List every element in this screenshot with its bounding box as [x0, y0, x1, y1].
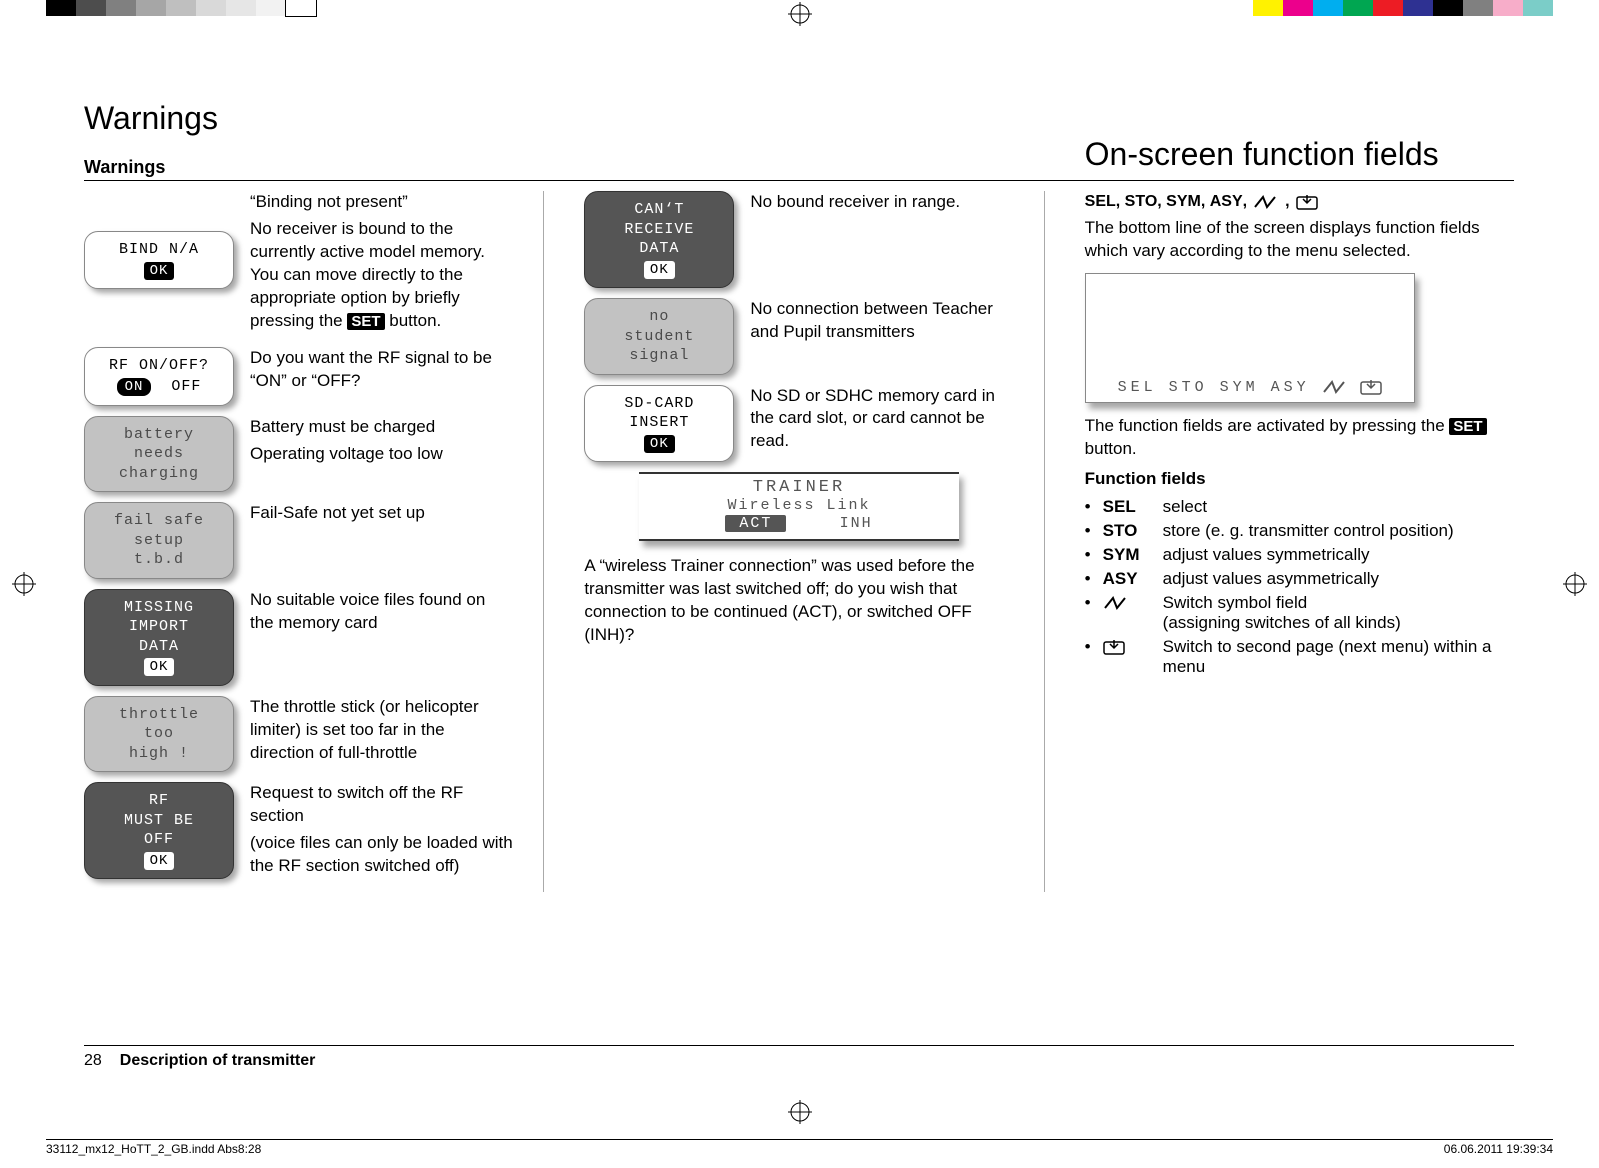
function-item: • SYM adjust values symmetrically [1085, 545, 1514, 565]
warning-row: no student signal No connection between … [584, 298, 1013, 375]
registration-mark-icon [788, 1100, 812, 1124]
screen-label: STO [1169, 379, 1208, 396]
warning-row: MISSINGIMPORTDATAOK No suitable voice fi… [84, 589, 513, 686]
switch-symbol-icon [1253, 193, 1279, 211]
column-1: BIND N/AOK “Binding not present”No recei… [84, 191, 544, 892]
page-footer: 28 Description of transmitter [84, 1045, 1514, 1070]
trainer-line2: Wireless Link [639, 497, 959, 514]
screen-label: SEL [1118, 379, 1157, 396]
onscreen-subkeys: SEL, STO, SYM, ASY, [1085, 193, 1247, 211]
onscreen-after: The function fields are activated by pre… [1085, 415, 1514, 461]
print-color-bar-left [46, 0, 316, 16]
column-3: On-screen function fields SEL, STO, SYM,… [1085, 191, 1514, 892]
warning-lcd: SD-CARDINSERTOK [584, 385, 734, 463]
warning-description: No bound receiver in range. [750, 191, 1013, 218]
warning-description: No connection between Teacher and Pupil … [750, 298, 1013, 348]
page-heading: Warnings [84, 100, 1514, 137]
warning-lcd: MISSINGIMPORTDATAOK [84, 589, 234, 686]
function-item: • STO store (e. g. transmitter control p… [1085, 521, 1514, 541]
indd-right: 06.06.2011 19:39:34 [1444, 1142, 1553, 1156]
warning-description: No SD or SDHC memory card in the card sl… [750, 385, 1013, 458]
page-number: 28 [84, 1052, 102, 1070]
func-heading: Function fields [1085, 469, 1514, 489]
warning-row: RF ON/OFF?ON OFF Do you want the RF sign… [84, 347, 513, 406]
footer-title: Description of transmitter [120, 1052, 316, 1070]
switch-symbol-icon [1322, 379, 1348, 396]
warning-description: Request to switch off the RF section(voi… [250, 782, 513, 882]
warning-lcd: fail safesetupt.b.d [84, 502, 234, 579]
warning-lcd: RFMUST BEOFFOK [84, 782, 234, 879]
trainer-lcd-box: TRAINER Wireless Link ACT INH [639, 472, 959, 541]
warning-description: “Binding not present”No receiver is boun… [250, 191, 513, 337]
warning-row: CAN‘TRECEIVEDATAOK No bound receiver in … [584, 191, 1013, 288]
screen-mock: SEL STO SYM ASY [1085, 273, 1415, 403]
next-page-icon [1296, 193, 1318, 211]
print-color-bar-right [1253, 0, 1553, 16]
screen-label: SYM [1220, 379, 1259, 396]
warning-description: No suitable voice files found on the mem… [250, 589, 513, 639]
warning-row: batteryneedscharging Battery must be cha… [84, 416, 513, 493]
warning-description: Fail-Safe not yet set up [250, 502, 513, 529]
trainer-act: ACT [725, 515, 786, 532]
warning-lcd: throttle too high ! [84, 696, 234, 773]
warning-description: Battery must be chargedOperating voltage… [250, 416, 513, 470]
screen-label: ASY [1271, 379, 1310, 396]
warning-lcd: batteryneedscharging [84, 416, 234, 493]
function-item: • SEL select [1085, 497, 1514, 517]
warning-lcd: BIND N/AOK [84, 231, 234, 289]
indd-left: 33112_mx12_HoTT_2_GB.indd Abs8:28 [46, 1142, 261, 1156]
function-item: • Switch symbol field(assigning switches… [1085, 593, 1514, 633]
function-item: • Switch to second page (next menu) with… [1085, 637, 1514, 677]
registration-mark-icon [788, 2, 812, 26]
warning-row: throttle too high ! The throttle stick (… [84, 696, 513, 773]
onscreen-intro: The bottom line of the screen displays f… [1085, 217, 1514, 263]
indd-footer: 33112_mx12_HoTT_2_GB.indd Abs8:28 06.06.… [46, 1139, 1553, 1156]
column-2: CAN‘TRECEIVEDATAOK No bound receiver in … [584, 191, 1044, 892]
warning-description: The throttle stick (or helicopter limite… [250, 696, 513, 769]
warning-lcd: no student signal [584, 298, 734, 375]
warning-row: fail safesetupt.b.d Fail-Safe not yet se… [84, 502, 513, 579]
warning-lcd: CAN‘TRECEIVEDATAOK [584, 191, 734, 288]
warning-row: RFMUST BEOFFOK Request to switch off the… [84, 782, 513, 882]
warning-lcd: RF ON/OFF?ON OFF [84, 347, 234, 406]
registration-mark-icon [12, 572, 36, 596]
registration-mark-icon [1563, 572, 1587, 596]
onscreen-heading: On-screen function fields [1085, 136, 1514, 173]
next-page-icon [1360, 379, 1382, 396]
switch-symbol-icon [1103, 593, 1129, 613]
function-item: • ASY adjust values asymmetrically [1085, 569, 1514, 589]
trainer-description: A “wireless Trainer connection” was used… [584, 555, 1013, 647]
warning-row: SD-CARDINSERTOK No SD or SDHC memory car… [584, 385, 1013, 463]
warning-row: BIND N/AOK “Binding not present”No recei… [84, 191, 513, 337]
warning-description: Do you want the RF signal to be “ON” or … [250, 347, 513, 397]
function-fields-list: • SEL select • STO store (e. g. transmit… [1085, 497, 1514, 677]
next-page-icon [1103, 637, 1125, 657]
trainer-inh: INH [840, 515, 873, 532]
trainer-line1: TRAINER [639, 478, 959, 497]
